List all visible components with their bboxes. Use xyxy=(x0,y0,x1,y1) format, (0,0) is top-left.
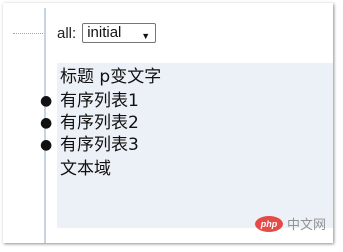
all-property-control: all: initial ▼ xyxy=(57,22,157,44)
php-logo-icon: php xyxy=(254,215,283,232)
list-item: ● 有序列表2 xyxy=(40,113,139,133)
bullet-icon: ● xyxy=(40,93,53,109)
watermark: php 中文网 xyxy=(254,214,326,233)
list-item: ● 有序列表1 xyxy=(40,91,139,111)
dotted-divider xyxy=(13,33,43,34)
list-item: ● 有序列表3 xyxy=(40,135,139,155)
demo-content-area: 标题 p变文字 ● 有序列表1 ● 有序列表2 ● 有序列表3 文本域 xyxy=(40,63,333,228)
watermark-site-text: 中文网 xyxy=(286,218,326,233)
textarea-label: 文本域 xyxy=(60,159,111,179)
heading-text: 标题 p变文字 xyxy=(60,67,162,87)
all-select[interactable]: initial ▼ xyxy=(82,23,157,43)
chevron-down-icon: ▼ xyxy=(141,31,151,41)
bullet-icon: ● xyxy=(40,137,53,153)
bullet-icon: ● xyxy=(40,115,53,131)
all-label: all: xyxy=(57,24,77,42)
demo-frame: all: initial ▼ 标题 p变文字 ● 有序列表1 ● 有序列表2 ●… xyxy=(3,3,333,243)
all-select-value: initial xyxy=(87,24,122,41)
